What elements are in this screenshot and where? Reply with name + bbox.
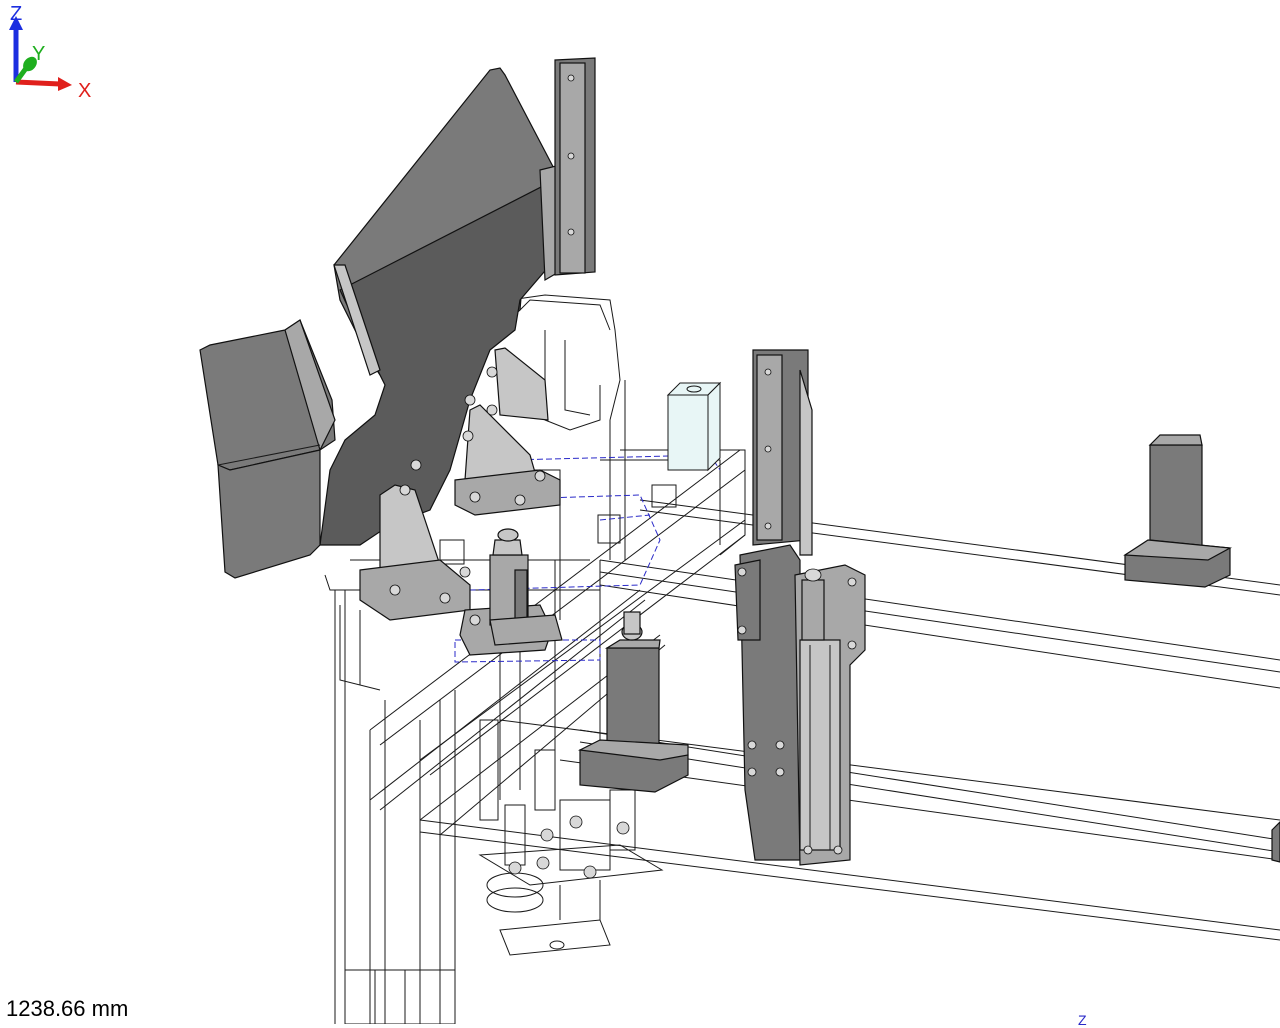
- side-guard[interactable]: [199, 319, 336, 579]
- right-edge-block[interactable]: [1271, 821, 1280, 863]
- top-vertical-rail[interactable]: [539, 57, 596, 282]
- 3d-viewport[interactable]: Z Y X 1238.66 mm Z: [0, 0, 1280, 1028]
- far-right-post[interactable]: [1123, 434, 1233, 588]
- view-cube-z-label: Z: [1078, 1012, 1087, 1028]
- axis-triad[interactable]: Z Y X: [0, 0, 100, 100]
- right-actuator-assembly[interactable]: [734, 349, 866, 866]
- centre-sensor[interactable]: [489, 528, 563, 646]
- glass-block[interactable]: [666, 381, 722, 472]
- triad-y-label: Y: [32, 43, 45, 65]
- triad-z-label: Z: [10, 3, 22, 25]
- triad-x-label: X: [78, 80, 91, 100]
- cad-model-view[interactable]: [0, 0, 1280, 1024]
- scale-readout: 1238.66 mm: [6, 996, 129, 1021]
